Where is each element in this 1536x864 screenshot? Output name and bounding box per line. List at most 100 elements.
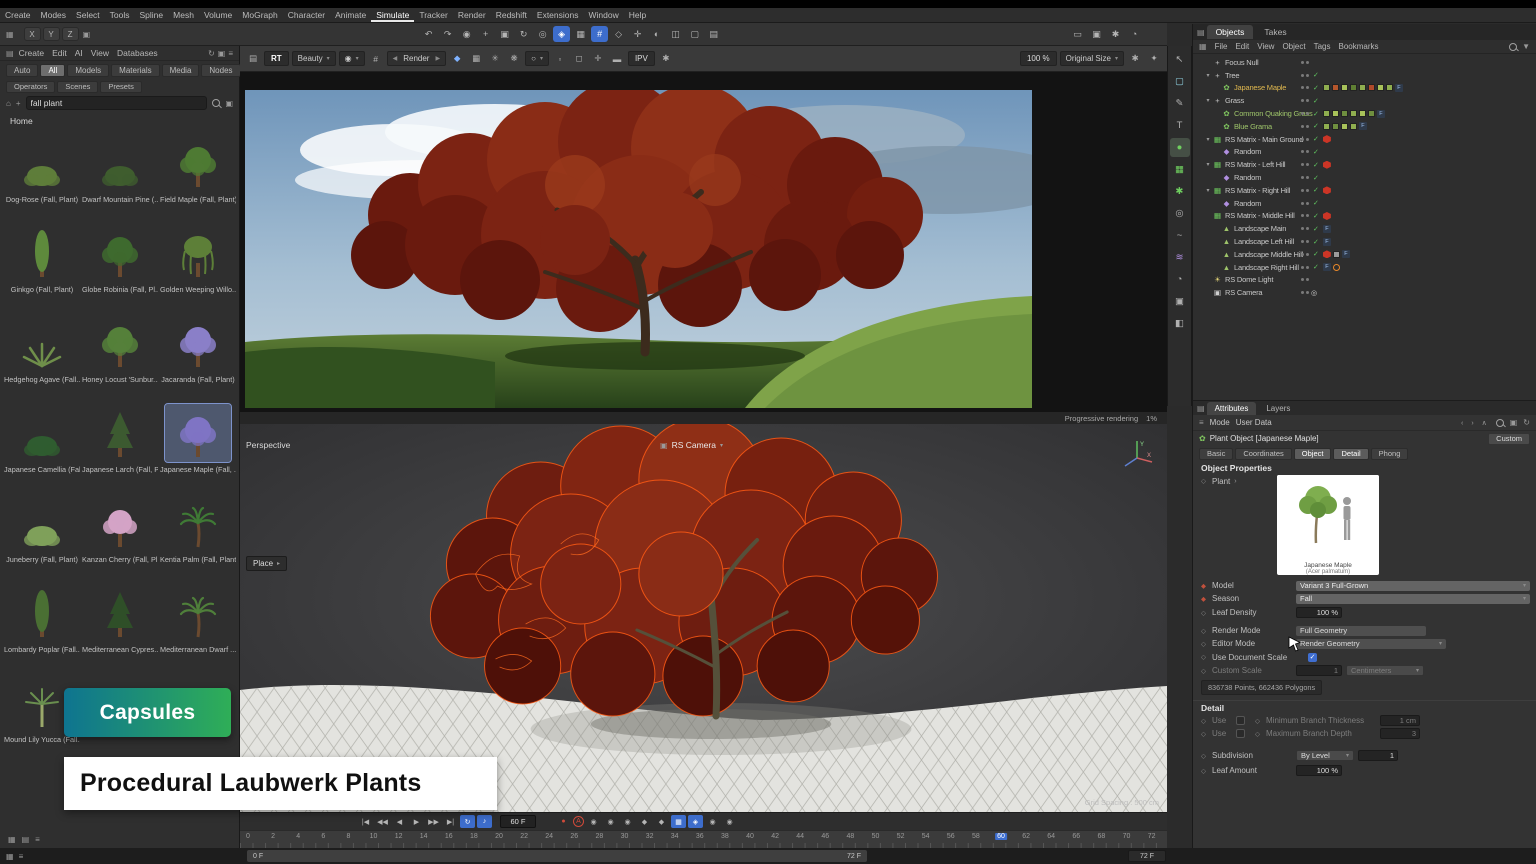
material-tag[interactable]	[1323, 84, 1330, 91]
visibility-dot-editor[interactable]	[1301, 150, 1304, 153]
frame-label-64[interactable]: 64	[1045, 833, 1057, 840]
visibility-dot-editor[interactable]	[1301, 189, 1304, 192]
visibility-dot-editor[interactable]	[1301, 61, 1304, 64]
visibility-dot-render[interactable]	[1306, 112, 1309, 115]
snowflake-icon[interactable]: ❋	[506, 51, 522, 67]
key-position-icon[interactable]: ◉	[586, 815, 601, 828]
list-icon[interactable]: ≡	[19, 852, 24, 861]
visibility-dot-render[interactable]	[1306, 86, 1309, 89]
search-icon[interactable]	[212, 99, 220, 107]
panel-menu-icon[interactable]: ▤	[1197, 28, 1205, 37]
menu-help[interactable]: Help	[624, 8, 651, 22]
mode-button[interactable]: Mode	[1210, 418, 1230, 427]
frame-label-36[interactable]: 36	[694, 833, 706, 840]
menu-modes[interactable]: Modes	[36, 8, 72, 22]
model-dropdown[interactable]: Variant 3 Full-Grown▾	[1296, 581, 1530, 591]
key-rotation-icon[interactable]: ◉	[620, 815, 635, 828]
material-tag[interactable]	[1377, 84, 1384, 91]
hamburger-icon[interactable]: ≡	[1199, 418, 1204, 427]
tab-layers[interactable]: Layers	[1258, 402, 1298, 415]
edit-render-settings-icon[interactable]: ✱	[1107, 26, 1124, 42]
menu-window[interactable]: Window	[584, 8, 624, 22]
asset-menu-ai[interactable]: AI	[75, 48, 83, 58]
frame-label-48[interactable]: 48	[844, 833, 856, 840]
viewport-solo-icon[interactable]: ▢	[686, 26, 703, 42]
asset-plant-golden-weeping-willo[interactable]: Golden Weeping Willo...	[159, 220, 237, 310]
history-nav-icons[interactable]: ‹ › ∧	[1461, 419, 1490, 427]
visibility-dot-render[interactable]	[1306, 176, 1309, 179]
field-tag[interactable]: F	[1323, 225, 1331, 233]
visibility-dot-render[interactable]	[1306, 61, 1309, 64]
frame-label-52[interactable]: 52	[895, 833, 907, 840]
asset-plant-japanese-larch-fall-pl[interactable]: Japanese Larch (Fall, Pl...	[81, 400, 159, 490]
visibility-dot-render[interactable]	[1306, 163, 1309, 166]
filter-materials[interactable]: Materials	[111, 64, 159, 77]
sync-icon[interactable]: ↻	[208, 49, 215, 58]
visibility-dot-editor[interactable]	[1301, 240, 1304, 243]
filter-all[interactable]: All	[40, 64, 65, 77]
asset-plant-japanese-maple-fall[interactable]: Japanese Maple (Fall, ...	[159, 400, 237, 490]
go-to-prev-key-icon[interactable]: ◀◀	[375, 815, 390, 828]
frame-label-50[interactable]: 50	[870, 833, 882, 840]
leaf-amount-input[interactable]: 100 %	[1296, 765, 1342, 776]
custom-button[interactable]: Custom	[1488, 433, 1530, 445]
asset-plant-ginkgo-fall-plant[interactable]: Ginkgo (Fall, Plant)	[3, 220, 81, 310]
field-icon[interactable]: ◎	[1170, 204, 1190, 223]
visibility-dot-editor[interactable]	[1301, 112, 1304, 115]
pan-icon[interactable]: ✛	[590, 51, 606, 67]
frame-label-60[interactable]: 60	[995, 833, 1007, 840]
subdivision-mode-dropdown[interactable]: By Level▾	[1296, 750, 1354, 761]
key-pla-icon[interactable]: ◆	[654, 815, 669, 828]
tab-objects[interactable]: Objects	[1207, 25, 1254, 39]
material-tag[interactable]	[1341, 84, 1348, 91]
visibility-dot-render[interactable]	[1306, 291, 1309, 294]
asset-plant-kanzan-cherry-fall-pl[interactable]: Kanzan Cherry (Fall, Pl...	[81, 490, 159, 580]
save-image-icon[interactable]: ▤	[245, 51, 261, 67]
panel-menu-icon[interactable]: ▤	[1197, 404, 1205, 413]
frame-label-58[interactable]: 58	[970, 833, 982, 840]
render-mode-dropdown[interactable]: Full Geometry	[1296, 626, 1426, 636]
snap-icon[interactable]: ▦	[572, 26, 589, 42]
visibility-dot-editor[interactable]	[1301, 74, 1304, 77]
frame-label-62[interactable]: 62	[1020, 833, 1032, 840]
visibility-dot-render[interactable]	[1306, 278, 1309, 281]
object-blue-grama[interactable]: ✿Blue Grama✓F	[1193, 120, 1536, 133]
live-selection-icon[interactable]: ◉	[458, 26, 475, 42]
list-view-icon[interactable]: ▤	[22, 835, 30, 844]
go-to-prev-frame-icon[interactable]: ◀	[392, 815, 407, 828]
enabled-check-icon[interactable]: ✓	[1313, 135, 1319, 143]
panel-icon[interactable]: ▦	[1199, 42, 1207, 51]
visibility-dot-editor[interactable]	[1301, 86, 1304, 89]
play-icon[interactable]: ▶	[409, 815, 424, 828]
menu-mograph[interactable]: MoGraph	[237, 8, 282, 22]
objects-menu-view[interactable]: View	[1257, 42, 1274, 51]
axis-z-toggle[interactable]: Z	[62, 27, 79, 41]
object-landscape-left-hill[interactable]: ▲Landscape Left Hill✓F	[1193, 235, 1536, 248]
material-tag[interactable]	[1341, 110, 1348, 117]
custom-scale-input[interactable]: 1	[1296, 665, 1342, 676]
enabled-check-icon[interactable]: ✓	[1313, 84, 1319, 92]
visibility-dot-editor[interactable]	[1301, 214, 1304, 217]
frame-label-70[interactable]: 70	[1121, 833, 1133, 840]
place-tool-chip[interactable]: Place▸	[246, 556, 287, 571]
go-to-next-frame-icon[interactable]: ▶▶	[426, 815, 441, 828]
visibility-dot-render[interactable]	[1306, 125, 1309, 128]
object-rs-camera[interactable]: ▣RS Camera◎	[1193, 286, 1536, 299]
object-rs-matrix-left-hill[interactable]: ▾▦RS Matrix - Left Hill✓	[1193, 158, 1536, 171]
redshift-tag[interactable]	[1323, 135, 1331, 143]
visibility-dot-render[interactable]	[1306, 240, 1309, 243]
go-to-start-icon[interactable]: |◀	[358, 815, 373, 828]
enabled-check-icon[interactable]: ✓	[1313, 238, 1319, 246]
asset-plant-globe-robinia-fall-pl[interactable]: Globe Robinia (Fall, Pl...	[81, 220, 159, 310]
autokey-icon[interactable]: A	[573, 816, 584, 827]
objects-menu-tags[interactable]: Tags	[1314, 42, 1331, 51]
refresh-icon[interactable]: ↻	[1523, 418, 1530, 427]
target-tag[interactable]: ◎	[1311, 289, 1317, 297]
render-region-icon[interactable]: ▭	[1069, 26, 1086, 42]
menu-mesh[interactable]: Mesh	[168, 8, 199, 22]
search-input[interactable]	[31, 98, 203, 108]
panel-lock-icon[interactable]: ▣	[225, 99, 233, 108]
subdivision-input[interactable]: 1	[1358, 750, 1398, 761]
frame-label-68[interactable]: 68	[1095, 833, 1107, 840]
field-tag[interactable]: F	[1323, 263, 1331, 271]
